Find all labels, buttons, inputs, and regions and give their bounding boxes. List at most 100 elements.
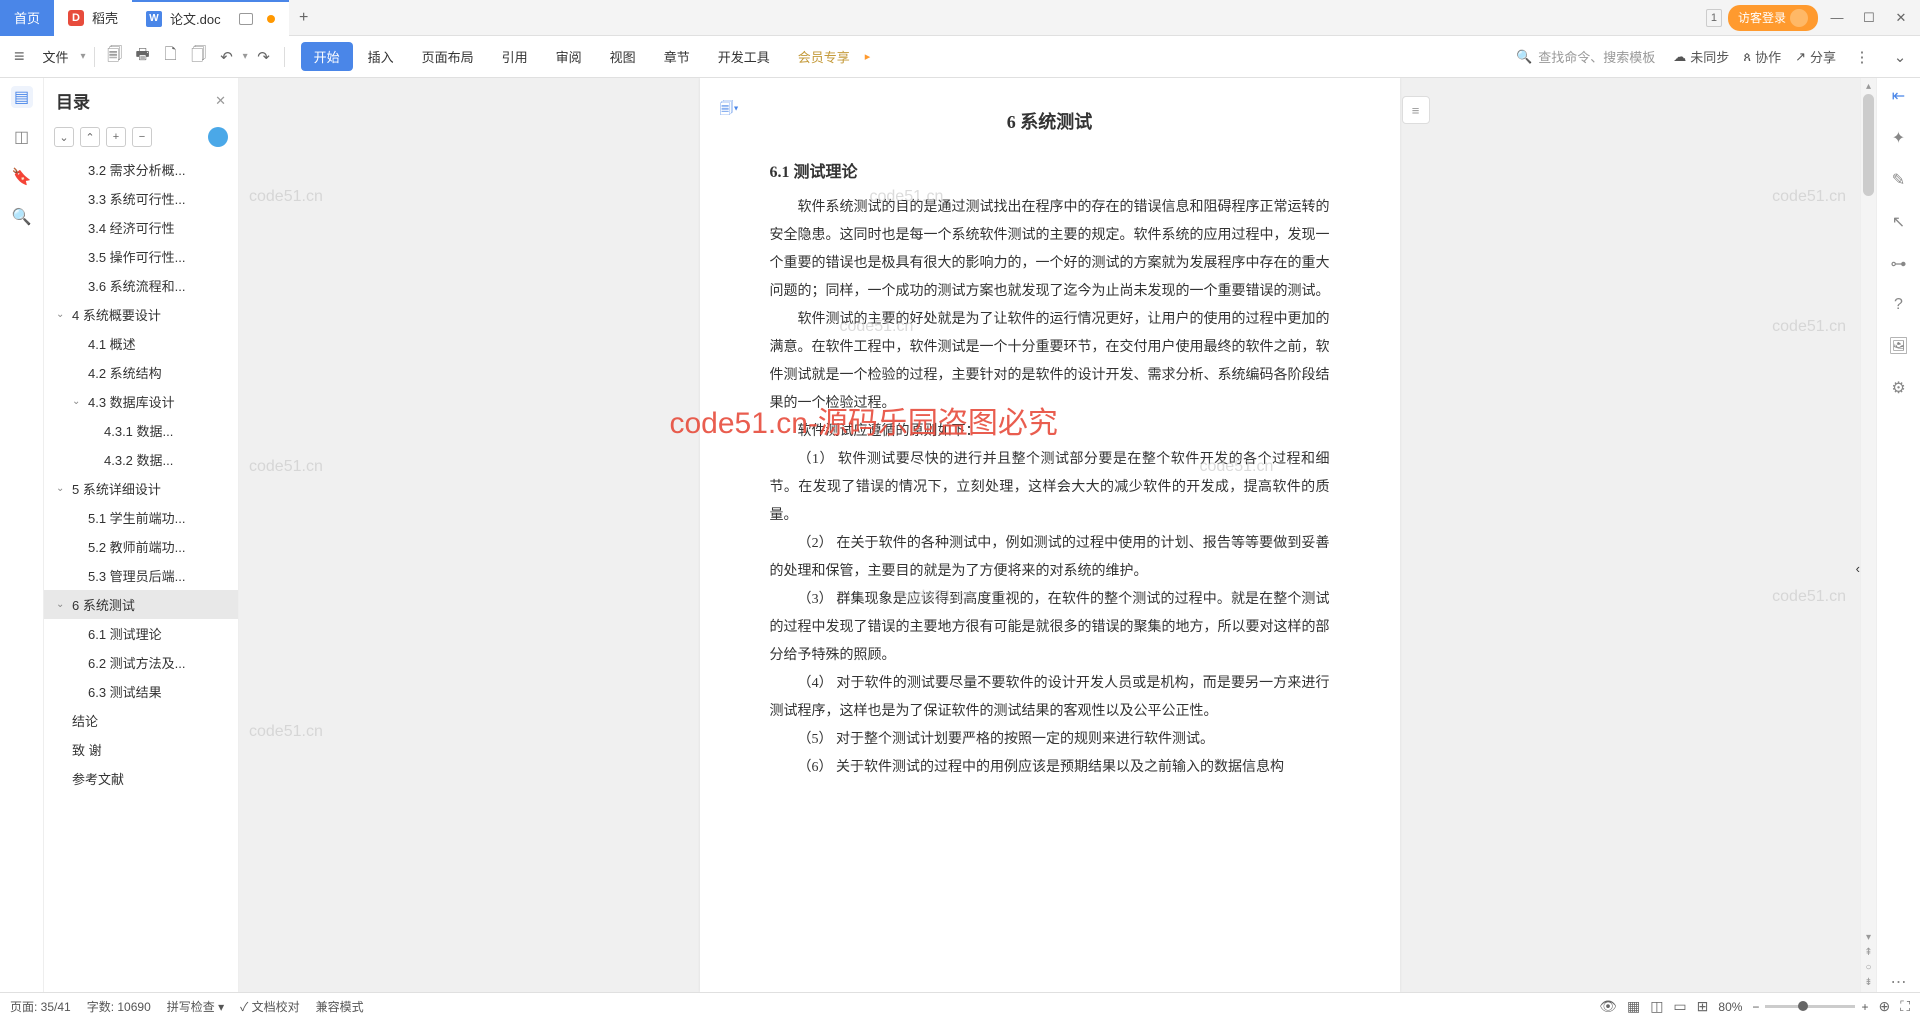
toc-item[interactable]: 6.2 测试方法及... xyxy=(44,648,238,677)
command-search[interactable]: 🔍查找命令、搜索模板 xyxy=(1512,47,1659,66)
file-menu[interactable]: 文件 xyxy=(35,47,77,66)
search-panel-icon[interactable]: 🔍 xyxy=(11,206,33,228)
edit-icon[interactable]: ✎ xyxy=(1892,170,1905,190)
ribbon-tab-start[interactable]: 开始 xyxy=(301,42,353,71)
notification-badge[interactable]: 1 xyxy=(1706,9,1722,27)
ribbon-tab-review[interactable]: 审阅 xyxy=(543,42,595,71)
settings-icon[interactable]: ⊶ xyxy=(1891,254,1907,274)
remove-item-button[interactable]: − xyxy=(132,127,152,147)
scroll-thumb[interactable] xyxy=(1863,94,1874,196)
redo-icon[interactable]: ↷ xyxy=(252,45,276,69)
page-counter[interactable]: 页面: 35/41 xyxy=(10,998,71,1015)
scroll-up-icon[interactable]: ▴ xyxy=(1861,78,1876,94)
spellcheck-toggle[interactable]: 拼写检查 ▾ xyxy=(167,998,224,1015)
ribbon-tab-layout[interactable]: 页面布局 xyxy=(409,42,487,71)
toc-item[interactable]: 5.3 管理员后端... xyxy=(44,561,238,590)
help-icon[interactable]: ? xyxy=(1894,296,1903,314)
ribbon-tab-member[interactable]: 会员专享 xyxy=(785,42,863,71)
ribbon-tab-devtools[interactable]: 开发工具 xyxy=(705,42,783,71)
zoom-knob[interactable] xyxy=(1798,1001,1808,1011)
toc-item[interactable]: 致 谢 xyxy=(44,735,238,764)
cut-icon[interactable]: 🗍 xyxy=(187,45,211,69)
toc-item[interactable]: 4.3.2 数据... xyxy=(44,445,238,474)
toc-item[interactable]: 参考文献 xyxy=(44,764,238,793)
add-item-button[interactable]: + xyxy=(106,127,126,147)
tab-home[interactable]: 首页 xyxy=(0,0,54,36)
zoom-slider[interactable]: − + xyxy=(1752,1000,1868,1014)
ribbon-tab-chapter[interactable]: 章节 xyxy=(651,42,703,71)
print-icon[interactable]: 🖶 xyxy=(131,45,155,69)
browse-object-icon[interactable]: ○ xyxy=(1865,962,1871,973)
gear-icon[interactable]: ⚙ xyxy=(1891,378,1905,398)
close-button[interactable]: ✕ xyxy=(1888,5,1914,31)
save-icon[interactable]: 🗐 xyxy=(103,45,127,69)
toc-item[interactable]: 6.1 测试理论 xyxy=(44,619,238,648)
collab-button[interactable]: ጰ协作 xyxy=(1743,47,1781,66)
more-icon[interactable]: ⋮ xyxy=(1850,45,1874,69)
expand-all-button[interactable]: ⌃ xyxy=(80,127,100,147)
chevron-down-icon[interactable]: ⌄ xyxy=(56,309,68,320)
ribbon-tab-view[interactable]: 视图 xyxy=(597,42,649,71)
toc-item[interactable]: 3.5 操作可行性... xyxy=(44,242,238,271)
zoom-level[interactable]: 80% xyxy=(1718,1000,1742,1014)
image-tool-icon[interactable]: 🖼 xyxy=(1888,336,1908,356)
select-icon[interactable]: ↖ xyxy=(1892,212,1905,232)
fit-icon[interactable]: ⊕ xyxy=(1878,998,1890,1015)
toc-item[interactable]: ⌄4.3 数据库设计 xyxy=(44,387,238,416)
word-count[interactable]: 字数: 10690 xyxy=(87,998,151,1015)
page-options-icon[interactable]: ≡ xyxy=(1402,96,1430,124)
undo-icon[interactable]: ↶ xyxy=(215,45,239,69)
preview-icon[interactable]: 🗋 xyxy=(159,45,183,69)
close-outline-icon[interactable]: ✕ xyxy=(215,93,226,109)
outline-settings-icon[interactable] xyxy=(208,127,228,147)
toc-item[interactable]: 4.3.1 数据... xyxy=(44,416,238,445)
expand-icon[interactable]: ⇤ xyxy=(1892,86,1905,106)
box-icon[interactable]: ◫ xyxy=(11,126,33,148)
minimize-button[interactable]: — xyxy=(1824,5,1850,31)
chevron-down-icon[interactable]: ⌄ xyxy=(56,483,68,494)
eye-icon[interactable]: 👁 xyxy=(1599,998,1617,1015)
proofread-button[interactable]: ✓ 文档校对 xyxy=(240,998,300,1015)
ribbon-tab-reference[interactable]: 引用 xyxy=(489,42,541,71)
toc-item[interactable]: 6.3 测试结果 xyxy=(44,677,238,706)
zoom-in-icon[interactable]: + xyxy=(1861,1000,1868,1014)
document-page[interactable]: 🗐▾ ≡ 6 系统测试 6.1 测试理论 软件系统测试的目的是通过测试找出在程序… xyxy=(700,78,1400,992)
new-tab-button[interactable]: + xyxy=(289,9,319,27)
toc-item[interactable]: ⌄4 系统概要设计 xyxy=(44,300,238,329)
toc-item[interactable]: ⌄5 系统详细设计 xyxy=(44,474,238,503)
sync-status[interactable]: ☁未同步 xyxy=(1673,47,1729,66)
maximize-button[interactable]: ☐ xyxy=(1856,5,1882,31)
zoom-out-icon[interactable]: − xyxy=(1752,1000,1759,1014)
toc-item[interactable]: ⌄6 系统测试 xyxy=(44,590,238,619)
tab-shell[interactable]: D稻壳 xyxy=(54,0,132,36)
chevron-down-icon[interactable]: ⌄ xyxy=(56,599,68,610)
toc-item[interactable]: 4.2 系统结构 xyxy=(44,358,238,387)
bookmark-icon[interactable]: 🔖 xyxy=(11,166,33,188)
toc-item[interactable]: 结论 xyxy=(44,706,238,735)
toc-item[interactable]: 3.6 系统流程和... xyxy=(44,271,238,300)
tab-document[interactable]: W 论文.doc xyxy=(132,0,289,36)
layout4-icon[interactable]: ⊞ xyxy=(1697,998,1709,1015)
prev-page-icon[interactable]: ⇞ xyxy=(1864,947,1872,958)
collapse-right-icon[interactable]: ‹ xyxy=(1856,561,1860,576)
hamburger-icon[interactable]: ≡ xyxy=(8,46,31,67)
toc-item[interactable]: 3.3 系统可行性... xyxy=(44,184,238,213)
style-icon[interactable]: ✦ xyxy=(1892,128,1905,148)
next-page-icon[interactable]: ⇟ xyxy=(1864,977,1872,988)
share-button[interactable]: ↗分享 xyxy=(1795,47,1836,66)
layout1-icon[interactable]: ▦ xyxy=(1627,998,1640,1015)
scrollbar[interactable]: ▴ ▾ ⇞ ○ ⇟ xyxy=(1860,78,1876,992)
layout3-icon[interactable]: ▭ xyxy=(1673,998,1686,1015)
scroll-down-icon[interactable]: ▾ xyxy=(1866,932,1871,943)
toc-item[interactable]: 3.2 需求分析概... xyxy=(44,155,238,184)
collapse-ribbon-icon[interactable]: ⌄ xyxy=(1888,45,1912,69)
toc-item[interactable]: 5.1 学生前端功... xyxy=(44,503,238,532)
layout2-icon[interactable]: ◫ xyxy=(1650,998,1663,1015)
chevron-down-icon[interactable]: ⌄ xyxy=(72,396,84,407)
fullscreen-icon[interactable]: ⛶ xyxy=(1900,998,1910,1015)
toc-item[interactable]: 3.4 经济可行性 xyxy=(44,213,238,242)
compat-mode[interactable]: 兼容模式 xyxy=(316,998,364,1015)
collapse-all-button[interactable]: ⌄ xyxy=(54,127,74,147)
ribbon-tab-insert[interactable]: 插入 xyxy=(355,42,407,71)
outline-icon[interactable]: ▤ xyxy=(11,86,33,108)
